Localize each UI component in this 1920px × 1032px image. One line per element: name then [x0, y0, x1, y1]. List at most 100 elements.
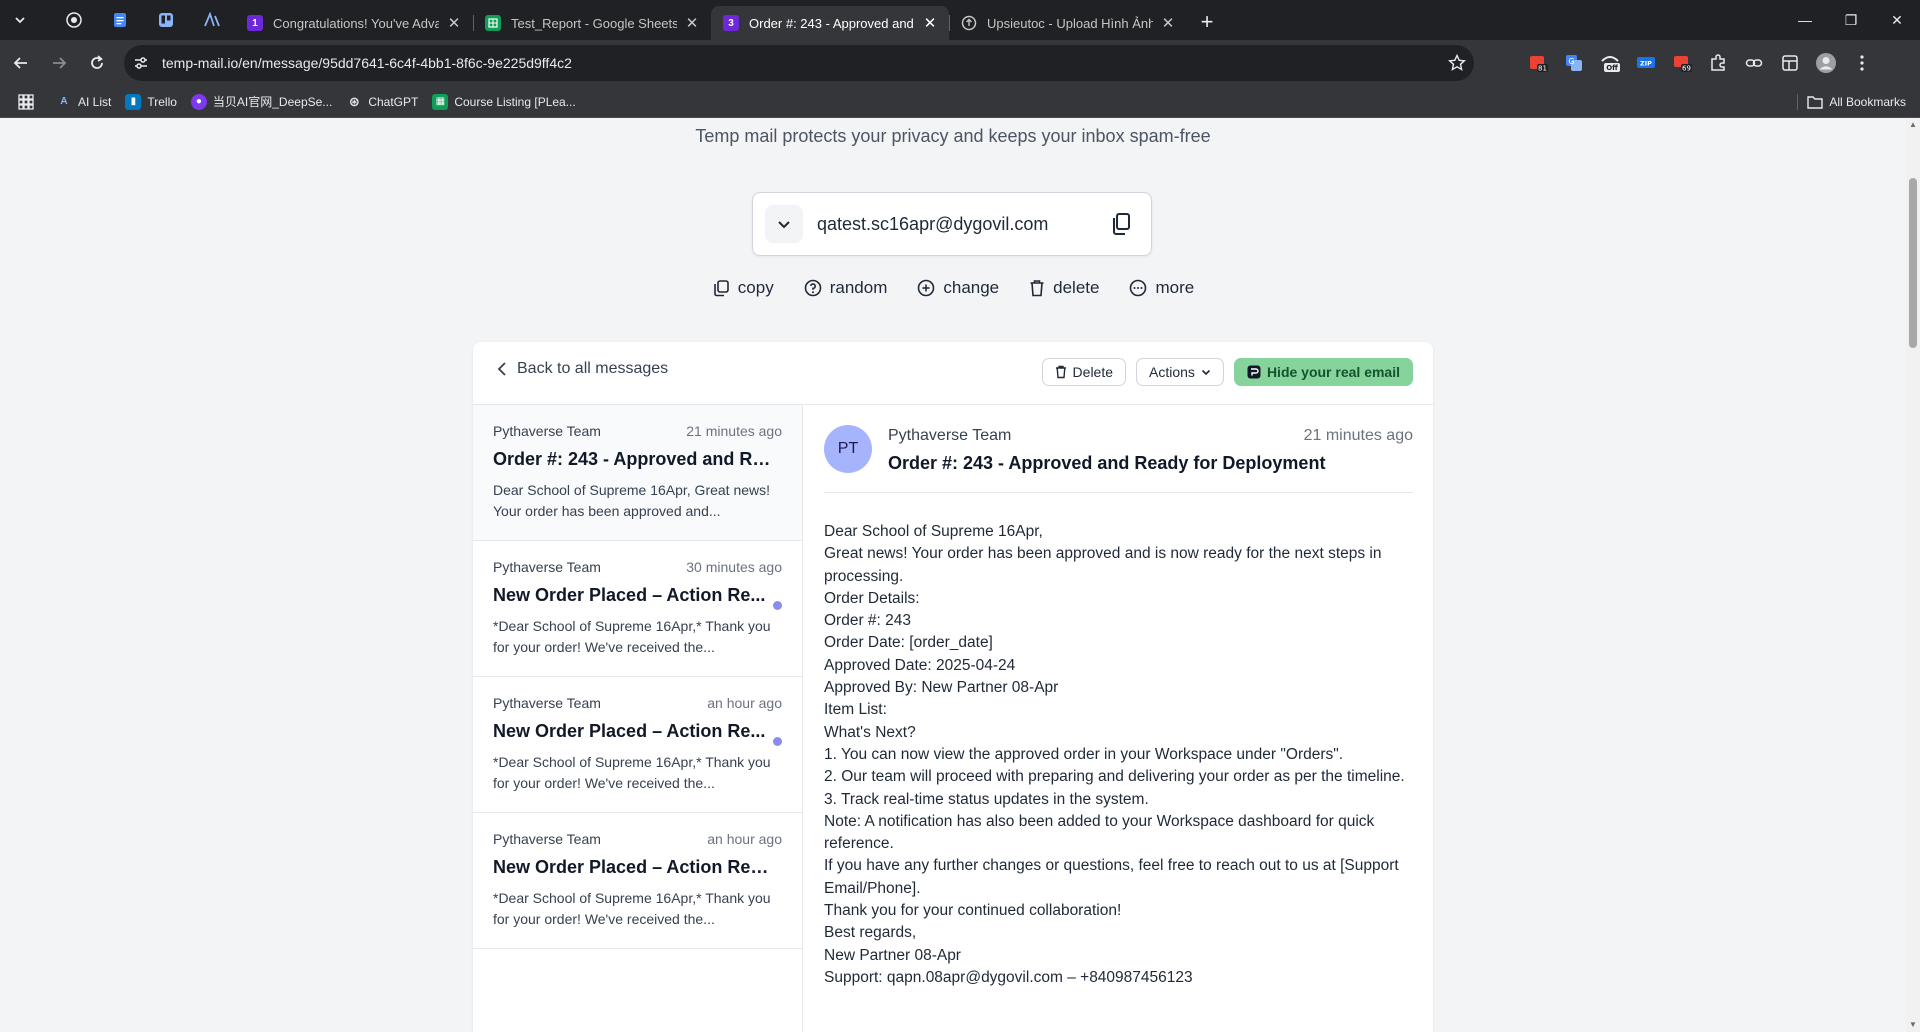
body-line: If you have any further changes or quest… — [824, 857, 1399, 897]
body-line: Support: qapn.08apr@dygovil.com – +84098… — [824, 968, 1193, 986]
email-address[interactable]: qatest.sc16apr@dygovil.com — [817, 214, 1101, 235]
extension-translate[interactable]: G — [1556, 40, 1592, 86]
site-info-icon[interactable] — [124, 55, 158, 71]
google-sheets-icon: ▦ — [432, 93, 449, 110]
tab-favicon: 3 — [723, 15, 739, 31]
bookmark-trello[interactable]: ▮ Trello — [125, 93, 177, 110]
url-text[interactable]: temp-mail.io/en/message/95dd7641-6c4f-4b… — [162, 55, 1440, 71]
google-docs-icon — [114, 13, 126, 27]
extensions-puzzle-button[interactable] — [1700, 40, 1736, 86]
tab-order-approved[interactable]: 3 Order #: 243 - Approved and Re ✕ — [711, 6, 949, 40]
apps-button[interactable] — [18, 93, 34, 110]
body-line: 1. You can now view the approved order i… — [824, 745, 1344, 763]
message-list-item[interactable]: Pythaverse Team an hour ago New Order Pl… — [473, 677, 802, 813]
pinned-tab-ai[interactable] — [189, 0, 235, 40]
delete-message-button[interactable]: Delete — [1041, 358, 1127, 386]
bookmark-chatgpt[interactable]: ⊛ ChatGPT — [346, 94, 418, 110]
body-line: 3. Track real-time status updates in the… — [824, 790, 1149, 808]
pinned-tab-chrome[interactable] — [51, 0, 97, 40]
bookmark-deepseek[interactable]: ● 当贝AI官网_DeepSe... — [190, 93, 332, 110]
bookmark-ai-list[interactable]: A AI List — [56, 94, 111, 110]
puzzle-icon — [1711, 54, 1725, 71]
more-action-button[interactable]: more — [1129, 278, 1194, 298]
extension-mail[interactable]: 69 — [1664, 40, 1700, 86]
chrome-icon — [66, 12, 82, 28]
tab-test-report[interactable]: Test_Report - Google Sheets ✕ — [473, 6, 711, 40]
new-tab-button[interactable]: + — [1193, 8, 1221, 36]
random-action-button[interactable]: random — [804, 278, 887, 298]
hide-real-email-button[interactable]: Hide your real email — [1233, 358, 1413, 386]
scroll-up-arrow[interactable]: ▲ — [1908, 120, 1918, 130]
tab-upsieutoc[interactable]: Upsieutoc - Upload Hình Ảnh n ✕ — [949, 6, 1187, 40]
message-sender: Pythaverse Team — [493, 695, 601, 711]
plus-circle-icon — [918, 279, 935, 297]
copy-address-button[interactable] — [1101, 212, 1141, 236]
domain-dropdown-button[interactable] — [765, 205, 803, 243]
link-button[interactable] — [1736, 40, 1772, 86]
scrollbar-thumb[interactable] — [1909, 178, 1917, 348]
tab-title: Test_Report - Google Sheets — [511, 15, 677, 31]
message-list-item[interactable]: Pythaverse Team 21 minutes ago Order #: … — [473, 405, 802, 541]
restore-button[interactable]: ❐ — [1828, 0, 1874, 40]
copy-icon — [713, 280, 729, 297]
reload-button[interactable] — [80, 46, 114, 80]
bookmark-star-icon[interactable] — [1440, 54, 1474, 72]
forward-button[interactable] — [42, 46, 76, 80]
page-scrollbar[interactable]: ▲ ▼ — [1906, 118, 1920, 1032]
body-line: Great news! Your order has been approved… — [824, 545, 1382, 585]
scroll-down-arrow[interactable]: ▼ — [1908, 1020, 1918, 1030]
message-subject: New Order Placed – Action Re... — [493, 721, 766, 741]
close-window-button[interactable]: ✕ — [1874, 0, 1920, 40]
folder-icon — [1807, 96, 1824, 109]
body-line: Order #: 243 — [824, 612, 912, 630]
close-tab-icon[interactable]: ✕ — [921, 14, 939, 32]
message-sender: Pythaverse Team — [493, 559, 601, 575]
message-list-item[interactable]: Pythaverse Team 30 minutes ago New Order… — [473, 541, 802, 677]
actions-label: Actions — [1149, 364, 1195, 380]
extension-off[interactable]: Off — [1592, 40, 1628, 86]
close-tab-icon[interactable]: ✕ — [445, 14, 463, 32]
extension-zip[interactable]: ZIP — [1628, 40, 1664, 86]
all-bookmarks-label: All Bookmarks — [1829, 95, 1906, 109]
message-preview: Dear School of Supreme 16Apr, Great news… — [493, 482, 771, 519]
arrow-right-icon — [53, 57, 67, 69]
bookmark-course-listing[interactable]: ▦ Course Listing [PLea... — [432, 93, 576, 110]
tab-strip: 1 Congratulations! You've Advanc ✕ Test_… — [0, 0, 1920, 40]
actions-dropdown-button[interactable]: Actions — [1136, 358, 1224, 386]
all-bookmarks-button[interactable]: All Bookmarks — [1807, 86, 1906, 118]
close-tab-icon[interactable]: ✕ — [1159, 14, 1177, 32]
change-action-button[interactable]: change — [917, 278, 999, 298]
link-icon — [1745, 59, 1763, 67]
unread-dot — [773, 737, 782, 746]
extension-calendar[interactable]: 81 — [1520, 40, 1556, 86]
address-bar[interactable]: temp-mail.io/en/message/95dd7641-6c4f-4b… — [124, 45, 1474, 81]
message-list-item[interactable]: Pythaverse Team an hour ago New Order Pl… — [473, 813, 802, 949]
delete-action-button[interactable]: delete — [1029, 278, 1099, 298]
pinned-tab-docs[interactable] — [97, 0, 143, 40]
back-to-messages-link[interactable]: Back to all messages — [497, 360, 668, 378]
tab-search-button[interactable] — [7, 7, 33, 33]
minimize-button[interactable]: — — [1782, 0, 1828, 40]
back-button[interactable] — [4, 46, 38, 80]
copy-action-button[interactable]: copy — [712, 278, 774, 298]
profile-button[interactable] — [1808, 40, 1844, 86]
body-line: Thank you for your continued collaborati… — [824, 902, 1122, 920]
pinned-tab-trello[interactable] — [143, 0, 189, 40]
svg-text:69: 69 — [1682, 65, 1691, 73]
body-line: Note: A notification has also been added… — [824, 812, 1375, 853]
email-address-box: qatest.sc16apr@dygovil.com — [752, 192, 1152, 256]
message-body: Dear School of Supreme 16Apr, Great news… — [824, 521, 1413, 989]
trello-icon — [159, 13, 173, 27]
menu-button[interactable] — [1844, 40, 1880, 86]
side-panel-icon — [1782, 55, 1798, 71]
message-sender: Pythaverse Team — [493, 831, 601, 847]
ai-logo-icon — [204, 12, 220, 27]
delete-action-label: delete — [1053, 278, 1100, 297]
close-tab-icon[interactable]: ✕ — [683, 14, 701, 32]
message-preview: *Dear School of Supreme 16Apr,* Thank yo… — [493, 890, 771, 927]
message-list: Pythaverse Team 21 minutes ago Order #: … — [473, 404, 803, 1032]
side-panel-button[interactable] — [1772, 40, 1808, 86]
tab-congratulations[interactable]: 1 Congratulations! You've Advanc ✕ — [235, 6, 473, 40]
tab-title: Upsieutoc - Upload Hình Ảnh n — [987, 15, 1153, 31]
address-actions: copy random change delete more — [0, 278, 1906, 298]
